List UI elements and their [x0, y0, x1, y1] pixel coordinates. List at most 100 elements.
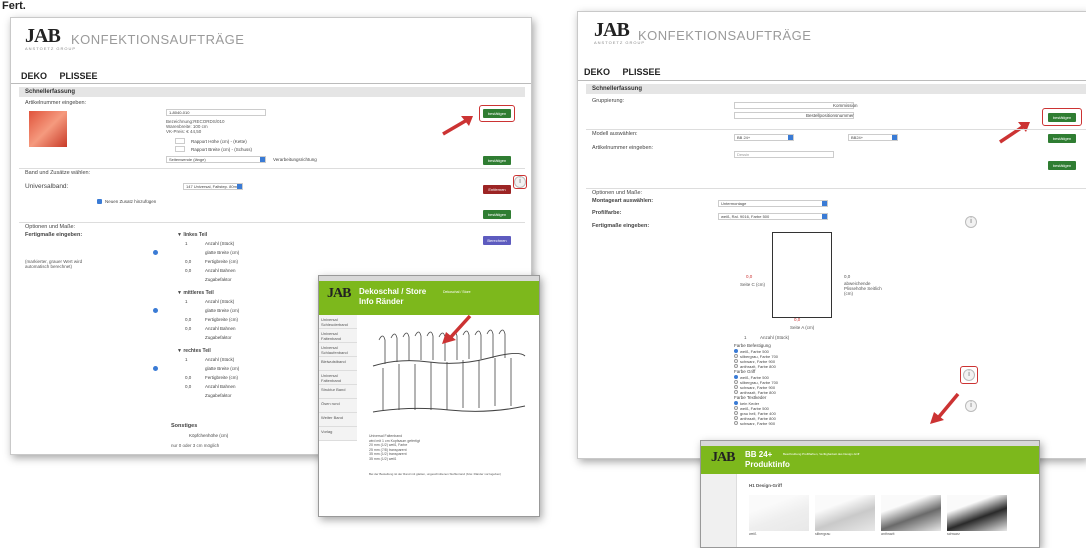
color-radio[interactable]: [734, 416, 738, 420]
product-image: [29, 111, 67, 147]
select-length[interactable]: Seitenwende (länge): [166, 156, 266, 163]
color-option-label: anthrazit, Farbe 800: [740, 363, 776, 369]
part-row-label: glatte Breite (cm): [205, 366, 240, 371]
popup-sidebar-item[interactable]: Universal Faltenband: [319, 371, 357, 385]
color-radio[interactable]: [734, 349, 738, 353]
app-title: KONFEKTIONSAUFTRÄGE: [71, 32, 245, 47]
add-extra[interactable]: Neuen Zusatz hinzufügen: [105, 199, 156, 204]
logo: JAB ANSTOETZ GROUP: [25, 25, 77, 51]
color-option-label: anthrazit, Farbe 800: [740, 389, 776, 395]
profil-select[interactable]: weiß, Ral. 9016, Farbe 500: [718, 213, 828, 220]
product-swatch: schwarz: [947, 495, 1007, 536]
montage-select[interactable]: Untermontage: [718, 200, 828, 207]
color-radio[interactable]: [734, 359, 738, 363]
right-screenshot: JAB ANSTOETZ GROUP KONFEKTIONSAUFTRÄGE D…: [577, 11, 1086, 459]
article-input[interactable]: 1-8040-010: [166, 109, 266, 116]
popup-info-raender: JAB Dekoschal / Store Dekoschal / Store …: [318, 275, 540, 517]
part-row-label: Anzahl (Stück): [205, 299, 235, 304]
remove-button[interactable]: Entfernen: [483, 185, 511, 194]
part-value[interactable]: 0,0: [185, 268, 191, 273]
nav-deko[interactable]: DEKO: [21, 71, 47, 81]
radio-selected[interactable]: [153, 308, 158, 313]
radio-selected[interactable]: [153, 250, 158, 255]
confirm-button-3[interactable]: bestätigen: [483, 210, 511, 219]
add-icon[interactable]: [97, 199, 102, 204]
info-icon-1[interactable]: i: [965, 216, 977, 228]
popup-sidebar-item[interactable]: Ösen rund: [319, 399, 357, 413]
color-radio[interactable]: [734, 421, 738, 425]
popup-sidebar-item[interactable]: Universal Faltenband: [319, 329, 357, 343]
part-value[interactable]: 1: [185, 299, 188, 304]
part-row-label: Anzahl Bahnen: [205, 326, 236, 331]
processing-label: Verarbeitungsrichtung: [273, 157, 317, 162]
popup-footnote: Bei der Bestellung ist der Rand mit glat…: [369, 472, 502, 476]
product-swatch: silbergrau: [815, 495, 875, 536]
part-value[interactable]: 1: [185, 241, 188, 246]
info-icon-2[interactable]: i: [963, 369, 975, 381]
nav-deko[interactable]: DEKO: [584, 67, 610, 77]
part-value[interactable]: 0,0: [185, 375, 191, 380]
part-value[interactable]: 1: [185, 357, 188, 362]
popup-sidebar-item[interactable]: Weiter Band: [319, 413, 357, 427]
modell-select-b[interactable]: BB24+: [848, 134, 898, 141]
app-title: KONFEKTIONSAUFTRÄGE: [638, 28, 812, 43]
info-icon-3[interactable]: i: [965, 400, 977, 412]
popup-header: JAB Dekoschal / Store Dekoschal / Store …: [319, 281, 539, 315]
color-radio[interactable]: [734, 364, 738, 368]
popup-sidebar-item[interactable]: Universal Schleuderband: [319, 315, 357, 329]
color-radio[interactable]: [734, 401, 738, 405]
part-value[interactable]: 0,0: [185, 326, 191, 331]
red-arrow-4: [930, 392, 960, 424]
part-row-label: Fertigbreite (cm): [205, 317, 239, 322]
popup-sidebar-item[interactable]: Vorlag: [319, 427, 357, 441]
color-radio[interactable]: [734, 385, 738, 389]
nav-plissee[interactable]: PLISSEE: [623, 67, 661, 77]
product-swatch: weiß: [749, 495, 809, 536]
gruppierung-label: Gruppierung:: [592, 98, 625, 104]
part-title: ▼ linkes Teil: [177, 232, 208, 238]
confirm-button-3[interactable]: bestätigen: [1048, 161, 1076, 170]
hint-text: (markierter, grauer Wert wird automatisc…: [25, 259, 83, 269]
radio-selected[interactable]: [153, 366, 158, 371]
universal-select[interactable]: 147 Universal, Faltstep. 80mm: [183, 183, 243, 190]
part-row-label: Zugabefaktor: [205, 335, 232, 340]
color-radio[interactable]: [734, 411, 738, 415]
color-radio[interactable]: [734, 390, 738, 394]
popup-sidebar-item[interactable]: Struktur Band: [319, 385, 357, 399]
color-radio[interactable]: [734, 380, 738, 384]
part-value[interactable]: 0,0: [185, 317, 191, 322]
modell-select-a[interactable]: BB 24+: [734, 134, 794, 141]
color-radio[interactable]: [734, 406, 738, 410]
color-radio[interactable]: [734, 375, 738, 379]
options-label: Optionen und Maße:: [25, 224, 76, 230]
side-c-label: Seite C (cm): [740, 282, 766, 287]
color-radio[interactable]: [734, 354, 738, 358]
fertig-label: Fertigmaße eingeben:: [25, 232, 83, 238]
confirm-button-2[interactable]: bestätigen: [483, 156, 511, 165]
confirm-button-2[interactable]: bestätigen: [1048, 134, 1076, 143]
rapport-hoehe: Rapport Höhe (cm) - (Kette): [191, 139, 247, 144]
nav-plissee[interactable]: PLISSEE: [60, 71, 98, 81]
color-group-title: Farbe Griff: [734, 369, 756, 374]
anzahl-value: 1: [744, 335, 747, 340]
popup-sidebar: [701, 474, 737, 547]
side-c-value: 0,0: [746, 274, 753, 279]
part-value[interactable]: 0,0: [185, 384, 191, 389]
info-icon[interactable]: i: [514, 176, 526, 188]
section-header: Schnellerfassung: [19, 87, 525, 97]
highlight-confirm: [1042, 108, 1082, 126]
rapport-breite: Rapport Breite (cm) - (Schuss): [191, 147, 253, 152]
side-right-label: abweichende Plissehöhe Seitlich (cm): [844, 281, 882, 296]
main-nav: DEKO PLISSEE: [21, 71, 108, 81]
part-row-label: Anzahl Bahnen: [205, 384, 236, 389]
popup-sidebar-item[interactable]: Universal Schlaufenband: [319, 343, 357, 357]
popup-sidebar-item[interactable]: Bleiwulstband: [319, 357, 357, 371]
artikel-input[interactable]: Dessin: [734, 151, 834, 158]
part-row-label: Anzahl Bahnen: [205, 268, 236, 273]
part-value[interactable]: 0,0: [185, 259, 191, 264]
article-info: Bezeichnung:RECORDS/010 Warenbreite: 100 …: [166, 119, 225, 134]
part-row-label: Zugabefaktor: [205, 393, 232, 398]
side-right-value: 0,0: [844, 274, 851, 279]
calc-button[interactable]: Berechnen: [483, 236, 511, 245]
popup-produktinfo: JAB BB 24+ Beschreibung Profilfarben, Ve…: [700, 440, 1040, 548]
